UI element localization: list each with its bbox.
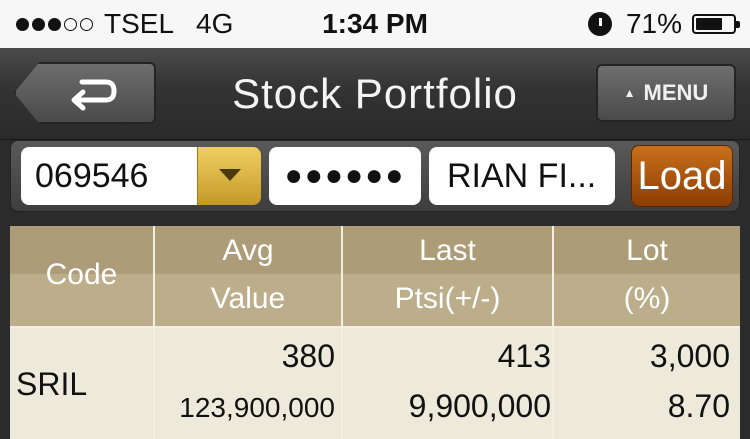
cell-last: 413 — [497, 338, 551, 374]
menu-label: MENU — [643, 80, 709, 105]
status-bar: TSEL 4G 1:34 PM 71% — [0, 0, 750, 48]
battery-percent: 71% — [625, 8, 682, 39]
battery-icon — [692, 14, 740, 34]
header-last: Last — [419, 234, 476, 267]
cell-code: SRIL — [16, 366, 88, 402]
header-value: Value — [210, 282, 286, 315]
header-ptsi: Ptsi(+/-) — [394, 282, 501, 315]
cell-lot: 3,000 — [649, 338, 730, 374]
column-divider — [153, 226, 155, 439]
cell-ptsi: 9,900,000 — [408, 388, 551, 424]
nav-bar: Stock Portfolio ▲ MENU — [0, 48, 750, 140]
back-button[interactable] — [14, 62, 156, 124]
cell-avg: 380 — [281, 338, 335, 374]
cell-value: 123,900,000 — [179, 392, 335, 423]
account-filter-bar: 069546 ●●●●●● RIAN FI... Load — [10, 140, 740, 212]
column-divider — [552, 226, 554, 439]
password-field[interactable]: ●●●●●● — [269, 147, 421, 205]
account-name-field[interactable]: RIAN FI... — [429, 147, 615, 205]
menu-button[interactable]: ▲ MENU — [596, 64, 736, 122]
account-dropdown-button[interactable] — [197, 147, 261, 205]
portfolio-table: Code Avg Value Last Ptsi(+/-) Lot (%) SR… — [10, 226, 740, 439]
triangle-up-icon: ▲ — [623, 86, 636, 100]
cell-percent: 8.70 — [667, 388, 730, 424]
column-divider — [341, 226, 343, 439]
header-lot: Lot — [626, 234, 668, 267]
table-header: Code Avg Value Last Ptsi(+/-) Lot (%) — [10, 226, 740, 326]
page-title: Stock Portfolio — [232, 70, 518, 117]
load-button[interactable]: Load — [631, 145, 733, 207]
header-percent: (%) — [623, 282, 671, 315]
header-avg: Avg — [222, 234, 274, 267]
return-arrow-icon — [71, 79, 117, 111]
battery-fill — [696, 18, 722, 30]
table-row[interactable]: SRIL 380 123,900,000 413 9,900,000 3,000… — [10, 326, 740, 439]
header-code: Code — [45, 258, 118, 291]
chevron-down-icon — [219, 169, 241, 181]
battery-tip — [736, 21, 740, 28]
account-number-field[interactable]: 069546 — [21, 147, 197, 205]
alarm-icon — [587, 12, 612, 36]
status-right: 71% — [587, 8, 740, 40]
